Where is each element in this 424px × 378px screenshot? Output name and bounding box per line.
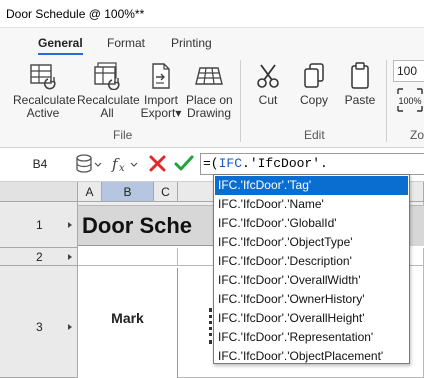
recalculate-active-button[interactable]: Recalculate Active (13, 62, 76, 120)
row-expand-arrow (68, 222, 72, 228)
autocomplete-item-objecttype[interactable]: IFC.'IfcDoor'.'ObjectType' (215, 233, 408, 252)
autocomplete-item-overallwidth[interactable]: IFC.'IfcDoor'.'OverallWidth' (215, 271, 408, 290)
group-divider (386, 60, 387, 142)
autocomplete-item-representation[interactable]: IFC.'IfcDoor'.'Representation' (215, 328, 408, 347)
copy-icon (304, 63, 324, 88)
place-grid-icon (195, 67, 223, 85)
group-label-edit: Edit (304, 128, 325, 142)
grid-corner[interactable] (0, 182, 78, 202)
copy-button[interactable]: Copy (296, 62, 332, 107)
title-bar: Door Schedule @ 100%** (0, 0, 424, 28)
clipboard-icon (351, 62, 369, 89)
autocomplete-dropdown: IFC.'IfcDoor'.'Tag' IFC.'IfcDoor'.'Name'… (213, 174, 410, 364)
database-dropdown-icon[interactable] (74, 152, 102, 176)
autocomplete-item-description[interactable]: IFC.'IfcDoor'.'Description' (215, 252, 408, 271)
group-label-zoom: Zo (410, 128, 424, 142)
autocomplete-item-objectplacement[interactable]: IFC.'IfcDoor'.'ObjectPlacement' (215, 347, 408, 366)
cell-reference[interactable]: B4 (20, 157, 60, 171)
row-expand-arrow (68, 254, 72, 260)
row-header-1[interactable]: 1 (0, 202, 78, 248)
autocomplete-item-overallheight[interactable]: IFC.'IfcDoor'.'OverallHeight' (215, 309, 408, 328)
group-divider (240, 60, 241, 142)
cancel-edit-icon[interactable] (148, 152, 168, 176)
zoom-100-button[interactable]: 100% (396, 87, 424, 113)
zoom-reset-icon: 100% (397, 88, 423, 112)
mark-header-cell[interactable]: Mark (78, 268, 178, 378)
autocomplete-item-globalid[interactable]: IFC.'IfcDoor'.'GlobalId' (215, 214, 408, 233)
row-expand-arrow (68, 324, 72, 330)
table-recalculate-icon (30, 64, 56, 90)
zoom-level-input[interactable] (393, 60, 424, 82)
paste-button[interactable]: Paste (342, 62, 378, 107)
cut-button[interactable]: Cut (250, 62, 286, 107)
autocomplete-item-tag[interactable]: IFC.'IfcDoor'.'Tag' (215, 176, 408, 195)
formula-keyword: IFC (218, 156, 243, 171)
autocomplete-item-ownerhistory[interactable]: IFC.'IfcDoor'.'OwnerHistory' (215, 290, 408, 309)
scissors-icon (257, 64, 279, 88)
document-import-export-icon (152, 63, 170, 89)
ribbon-tabs: General Format Printing (0, 28, 424, 56)
column-header-a[interactable]: A (78, 182, 102, 202)
row-header-3[interactable]: 3 (0, 266, 78, 378)
column-header-c[interactable]: C (154, 182, 178, 202)
ribbon: General Format Printing Recalculate Acti… (0, 28, 424, 148)
place-on-drawing-button[interactable]: Place on Drawing (186, 62, 233, 120)
zoom-reset-label: 100% (398, 96, 421, 106)
tab-printing[interactable]: Printing (171, 36, 212, 50)
svg-text:x: x (119, 163, 125, 174)
function-dropdown-icon[interactable]: f x (110, 152, 140, 176)
tab-general[interactable]: General (38, 36, 83, 55)
formula-input[interactable]: =(IFC.'IfcDoor'. (200, 153, 424, 175)
import-export-button[interactable]: Import Export▾ (139, 62, 183, 120)
cell-b2[interactable] (78, 248, 178, 266)
group-label-file: File (113, 128, 133, 142)
column-header-b[interactable]: B (102, 182, 154, 202)
cell-cursor-marker (209, 308, 212, 344)
tables-recalculate-icon (94, 62, 120, 90)
autocomplete-item-name[interactable]: IFC.'IfcDoor'.'Name' (215, 195, 408, 214)
tab-format[interactable]: Format (107, 36, 145, 50)
row-header-2[interactable]: 2 (0, 248, 78, 266)
recalculate-all-button[interactable]: Recalculate All (77, 62, 140, 120)
confirm-edit-icon[interactable] (174, 152, 194, 176)
window-title: Door Schedule @ 100%** (6, 7, 145, 21)
